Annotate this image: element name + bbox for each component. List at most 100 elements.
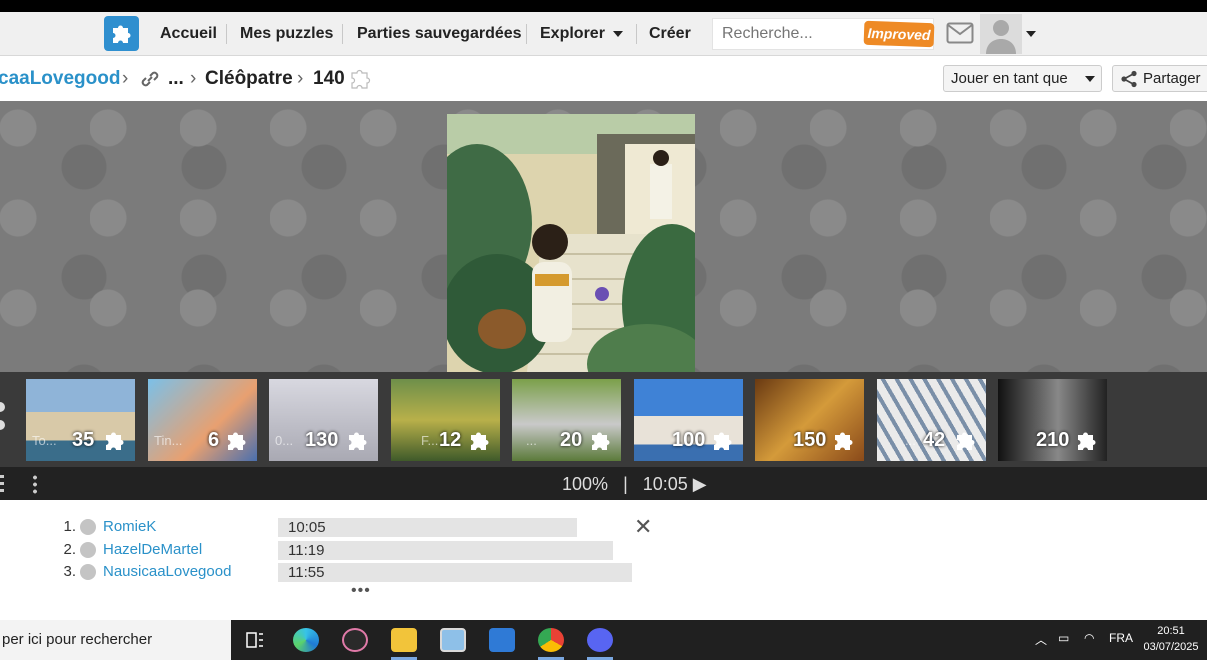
- improved-badge[interactable]: Improved: [863, 20, 935, 48]
- discord-icon[interactable]: [587, 628, 613, 652]
- thumbnail-puzzle[interactable]: 150: [755, 379, 864, 461]
- close-icon[interactable]: ✕: [634, 514, 652, 540]
- timer-play[interactable]: 10:05 ▶: [643, 474, 707, 494]
- thumbnail-title: F...: [421, 433, 439, 448]
- play-as-button[interactable]: Jouer en tant que: [943, 65, 1102, 92]
- chevron-up-icon[interactable]: ︿: [1035, 631, 1047, 648]
- breadcrumb-user[interactable]: caaLovegood: [0, 68, 120, 90]
- puzzle-piece-icon: [349, 432, 367, 450]
- player-name[interactable]: HazelDeMartel: [103, 541, 202, 558]
- taskbar-clock[interactable]: 20:51 03/07/2025: [1140, 623, 1202, 655]
- player-name[interactable]: RomieK: [103, 518, 156, 535]
- task-view-icon[interactable]: [246, 632, 264, 648]
- thumbnail-count: 210: [1036, 429, 1070, 451]
- thumbnail-title: Tin...: [154, 433, 183, 448]
- status-separator: |: [623, 474, 628, 494]
- nav-my-puzzles[interactable]: Mes puzzles: [240, 12, 333, 56]
- nav-explore[interactable]: Explorer: [540, 12, 623, 56]
- nav-home[interactable]: Accueil: [160, 12, 217, 56]
- file-explorer-icon[interactable]: [391, 628, 417, 652]
- nav-divider: [526, 24, 527, 44]
- edge-browser-icon[interactable]: [293, 628, 319, 652]
- thumbnail-count: 6: [208, 429, 220, 451]
- avatar[interactable]: [980, 14, 1022, 54]
- status-readout: 100% | 10:05 ▶: [562, 474, 707, 495]
- time-bar: 10:05: [278, 518, 577, 537]
- thumbnail-count: 20: [560, 429, 583, 451]
- puzzle-piece-icon: [835, 432, 853, 450]
- clock-time: 20:51: [1157, 625, 1185, 637]
- media-player-icon[interactable]: [342, 628, 368, 652]
- scroll-left-icon[interactable]: [0, 402, 5, 412]
- thumbnail-title: To...: [32, 433, 57, 448]
- user-avatar-icon: [80, 519, 96, 535]
- thumbnail-title: ...: [905, 433, 916, 448]
- search-box: Improved: [712, 18, 935, 50]
- thumbnail-count: 150: [793, 429, 827, 451]
- chevron-right-icon: ›: [297, 68, 304, 89]
- thumbnail-puzzle[interactable]: 100: [634, 379, 743, 461]
- thumbnail-title: 0...: [275, 433, 294, 448]
- thumbnail-puzzle[interactable]: 0... 130: [269, 379, 378, 461]
- navbar: Accueil Mes puzzles Parties sauvegardées…: [0, 12, 1207, 56]
- window-top-strip: [0, 0, 1207, 12]
- clock-date: 03/07/2025: [1143, 641, 1199, 653]
- thumbnail-count: 42: [923, 429, 946, 451]
- nav-saved-games[interactable]: Parties sauvegardées: [357, 12, 522, 56]
- piece-count: 140: [313, 68, 345, 89]
- chevron-down-icon: [1085, 76, 1095, 82]
- nav-create[interactable]: Créer: [649, 12, 691, 56]
- zoom-level[interactable]: 100%: [562, 474, 608, 494]
- puzzle-piece-icon: [106, 432, 124, 450]
- thumbnail-puzzle[interactable]: F... 12: [391, 379, 500, 461]
- mail-icon[interactable]: [946, 22, 974, 49]
- battery-icon[interactable]: ▭: [1058, 631, 1069, 645]
- breadcrumb-ellipsis[interactable]: ...: [168, 68, 184, 90]
- user-avatar-icon: [80, 564, 96, 580]
- show-more-button[interactable]: •••: [351, 582, 371, 600]
- status-bar: 100% | 10:05 ▶: [0, 467, 1207, 500]
- menu-icon[interactable]: [0, 475, 4, 493]
- thumbnail-count: 12: [439, 429, 462, 451]
- nav-divider: [636, 24, 637, 44]
- nav-divider: [342, 24, 343, 44]
- windows-taskbar: per ici pour rechercher ︿ ▭ ◠ FRA 20:51 …: [0, 620, 1207, 660]
- thumbnail-puzzle[interactable]: 210: [998, 379, 1107, 461]
- player-name[interactable]: NausicaaLovegood: [103, 563, 231, 580]
- thumbnail-title: ...: [526, 433, 537, 448]
- search-input[interactable]: [713, 19, 863, 49]
- chevron-right-icon: ›: [190, 68, 197, 89]
- rank: 3.: [63, 563, 76, 580]
- taskbar-search-input[interactable]: per ici pour rechercher: [0, 620, 231, 660]
- thumbnail-count: 100: [672, 429, 706, 451]
- time-bar: 11:19: [278, 541, 613, 560]
- puzzle-stage[interactable]: [0, 101, 1207, 372]
- thumbnail-puzzle[interactable]: Tin... 6: [148, 379, 257, 461]
- language-indicator[interactable]: FRA: [1109, 631, 1133, 645]
- nav-divider: [226, 24, 227, 44]
- nav-explore-label: Explorer: [540, 25, 605, 42]
- puzzle-piece-icon: [714, 432, 732, 450]
- puzzle-piece-icon: [471, 432, 489, 450]
- chrome-browser-icon[interactable]: [538, 628, 564, 652]
- puzzle-piece-icon: [349, 67, 373, 97]
- share-button[interactable]: Partager: [1112, 65, 1207, 92]
- thumbnail-puzzle[interactable]: ... 20: [512, 379, 621, 461]
- word-document-icon[interactable]: [489, 628, 515, 652]
- puzzle-logo-icon[interactable]: [104, 16, 139, 51]
- wifi-icon[interactable]: ◠: [1084, 631, 1094, 645]
- scroll-left-icon[interactable]: [0, 420, 5, 430]
- thumbnail-puzzle[interactable]: To... 35: [26, 379, 135, 461]
- puzzle-piece-icon: [957, 432, 975, 450]
- rank: 2.: [63, 541, 76, 558]
- chevron-down-icon[interactable]: [1026, 31, 1036, 37]
- puzzle-title: Cléôpatre: [205, 68, 293, 89]
- time-bar: 11:55: [278, 563, 632, 582]
- user-avatar-icon: [80, 542, 96, 558]
- photos-icon[interactable]: [440, 628, 466, 652]
- more-options-icon[interactable]: [32, 474, 38, 494]
- thumbnail-puzzle[interactable]: ... 42: [877, 379, 986, 461]
- puzzle-piece-icon: [1078, 432, 1096, 450]
- chevron-down-icon: [612, 30, 623, 37]
- puzzle-preview-image[interactable]: [447, 114, 695, 372]
